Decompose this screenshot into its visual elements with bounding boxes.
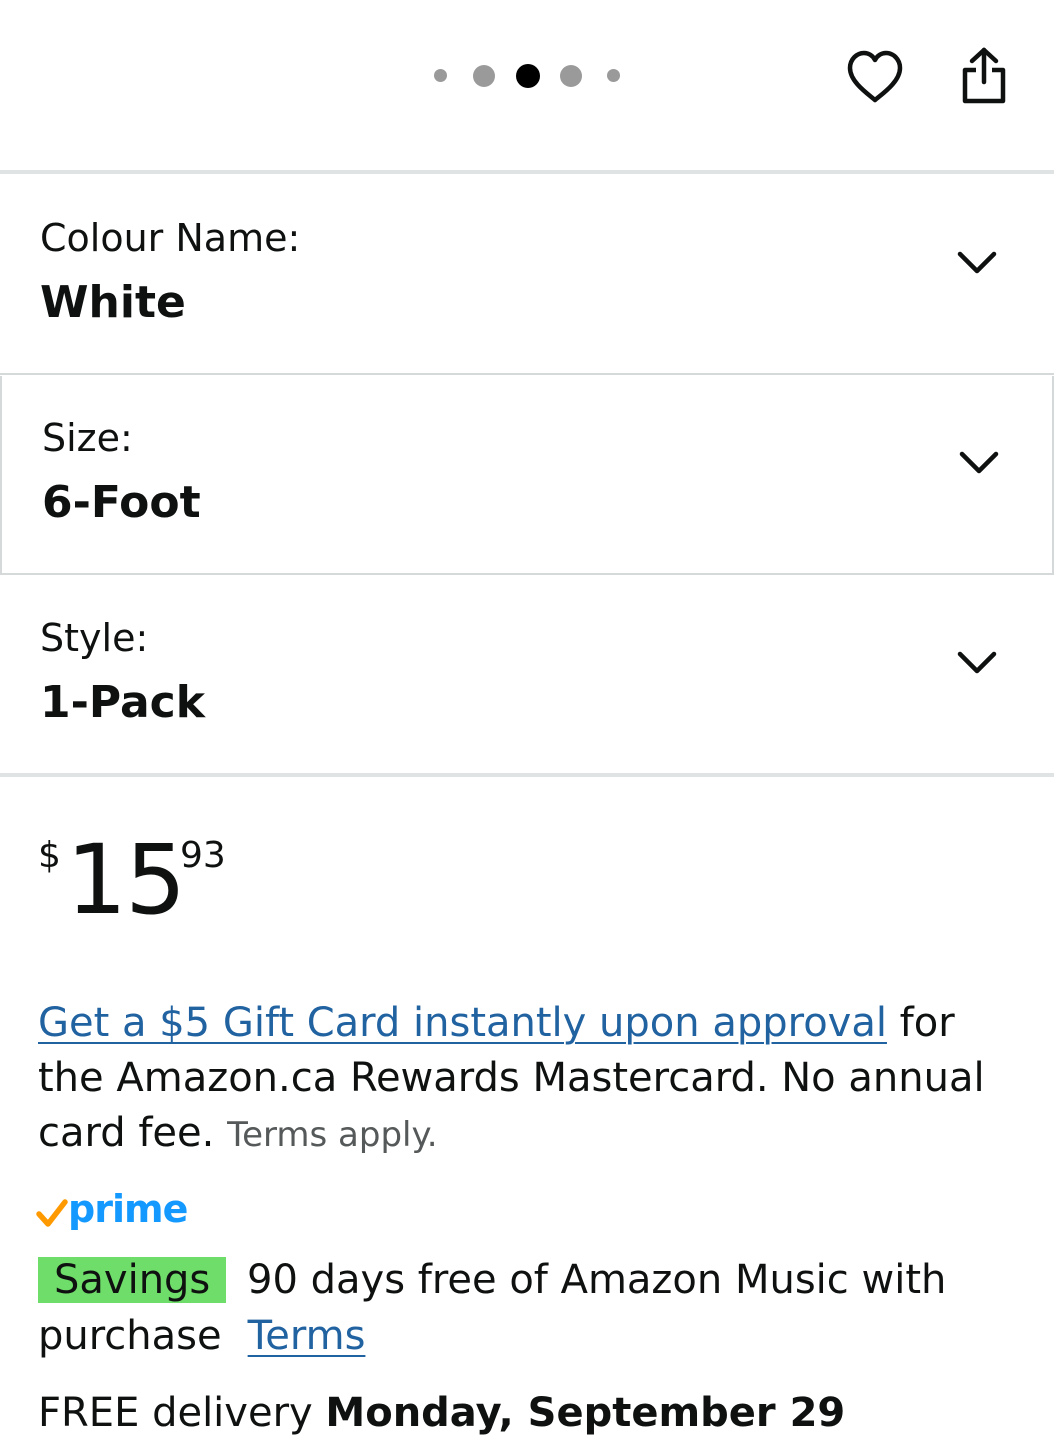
delivery-info: FREE delivery Monday, September 29 <box>38 1386 845 1440</box>
variation-label: Size: <box>42 416 133 460</box>
price-fraction: 93 <box>180 835 226 876</box>
prime-savings-offer: Savings 90 days free of Amazon Music wit… <box>38 1252 1028 1364</box>
checkmark-icon <box>36 1199 68 1227</box>
chevron-down-icon <box>957 251 997 274</box>
row-divider <box>0 373 1054 375</box>
heart-icon <box>847 50 903 103</box>
price-whole: 15 <box>66 824 186 936</box>
variation-row-size[interactable]: Size: 6-Foot <box>0 376 1054 574</box>
top-bar <box>0 0 1054 170</box>
credit-card-promo: Get a $5 Gift Card instantly upon approv… <box>38 996 1028 1163</box>
savings-terms-link[interactable]: Terms <box>248 1313 366 1359</box>
promo-terms: Terms apply. <box>227 1115 438 1155</box>
carousel-dot-1[interactable] <box>434 69 447 82</box>
carousel-dot-4[interactable] <box>560 65 582 87</box>
variation-value: 6-Foot <box>42 477 201 528</box>
delivery-prefix: FREE delivery <box>38 1390 326 1436</box>
savings-badge: Savings <box>38 1257 227 1303</box>
carousel-dot-3-active[interactable] <box>516 64 540 88</box>
product-price: $ 15 93 <box>38 826 438 936</box>
prime-wordmark: prime <box>68 1187 188 1231</box>
price-currency: $ <box>38 835 61 876</box>
delivery-date: Monday, September 29 <box>325 1390 846 1436</box>
prime-logo: prime <box>36 1186 236 1236</box>
variation-value: White <box>40 277 186 328</box>
add-to-wishlist-button[interactable] <box>843 45 907 109</box>
variations-bottom-divider <box>0 773 1054 777</box>
carousel-dot-5[interactable] <box>607 69 620 82</box>
variation-row-style[interactable]: Style: 1-Pack <box>0 576 1054 774</box>
row-divider <box>0 573 1054 575</box>
share-button[interactable] <box>952 42 1016 110</box>
chevron-down-icon <box>959 451 999 474</box>
top-divider <box>0 170 1054 174</box>
chevron-down-icon <box>957 651 997 674</box>
gift-card-promo-link[interactable]: Get a $5 Gift Card instantly upon approv… <box>38 1000 887 1046</box>
share-icon <box>962 47 1006 104</box>
variation-value: 1-Pack <box>40 677 205 728</box>
variation-label: Colour Name: <box>40 216 301 260</box>
carousel-dot-2[interactable] <box>473 65 495 87</box>
variation-row-colour[interactable]: Colour Name: White <box>0 176 1054 374</box>
variation-label: Style: <box>40 616 149 660</box>
